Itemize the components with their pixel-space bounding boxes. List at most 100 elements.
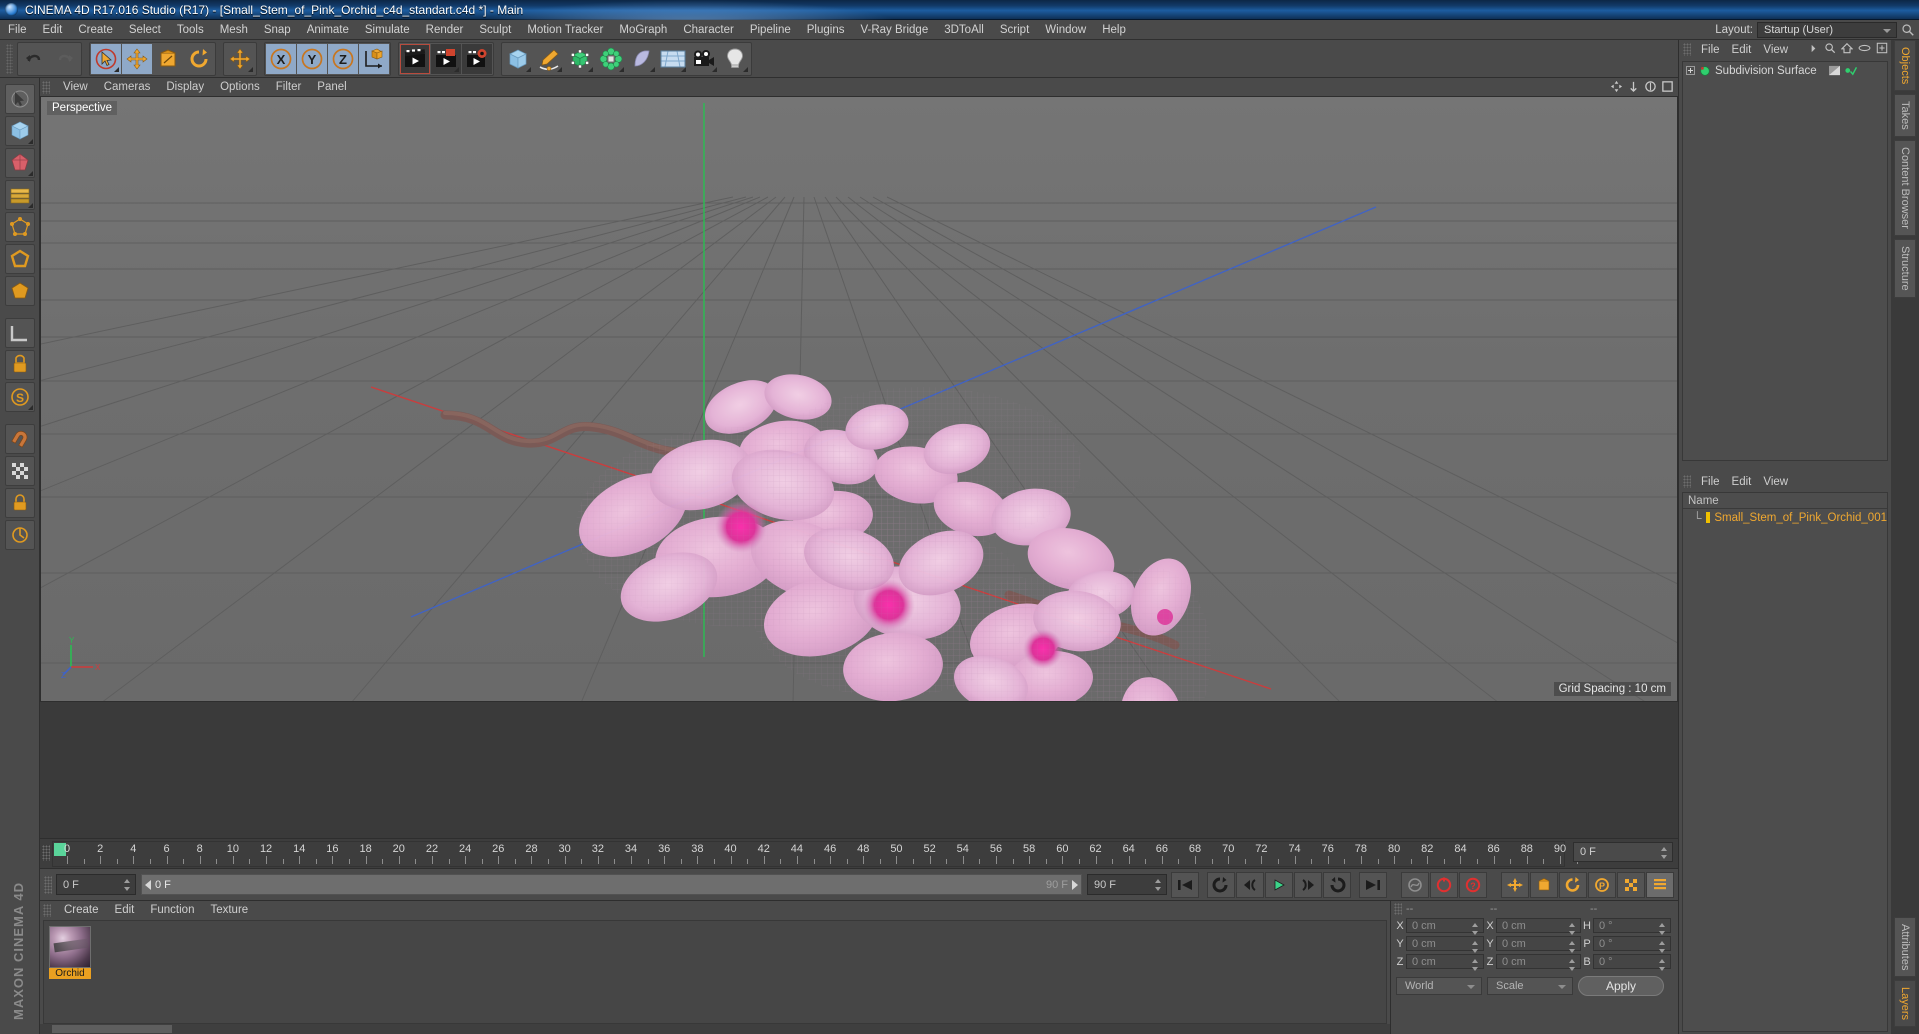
polygon-pen-icon[interactable] bbox=[4, 148, 35, 178]
lock-closed-icon[interactable] bbox=[4, 520, 35, 550]
side-tab-structure[interactable]: Structure bbox=[1894, 238, 1916, 298]
lock-axis-icon[interactable] bbox=[4, 488, 35, 518]
expander-icon[interactable] bbox=[1686, 66, 1695, 75]
scale-key-button[interactable] bbox=[1530, 871, 1558, 898]
spinner-icon[interactable] bbox=[1569, 941, 1576, 953]
step-forward-button[interactable] bbox=[1294, 871, 1322, 898]
checkerboard-icon[interactable] bbox=[4, 456, 35, 486]
move-axis-button[interactable] bbox=[225, 43, 255, 74]
play-forward-button[interactable] bbox=[1265, 871, 1293, 898]
zoom-icon[interactable] bbox=[1644, 80, 1657, 93]
coordinate-system-select[interactable]: World bbox=[1396, 977, 1482, 995]
rotation-field-b[interactable]: 0 ° bbox=[1593, 954, 1671, 971]
enable-axis-icon[interactable] bbox=[4, 350, 35, 380]
spinner-icon[interactable] bbox=[1659, 959, 1666, 971]
position-field-y[interactable]: 0 cm bbox=[1406, 936, 1484, 953]
cube-primitive-button[interactable] bbox=[503, 43, 533, 74]
attributes-grip[interactable] bbox=[1683, 475, 1691, 488]
preview-range-bar[interactable]: 0 F 90 F bbox=[141, 874, 1082, 895]
pla-key-button[interactable] bbox=[1617, 871, 1645, 898]
scale-tool-button[interactable] bbox=[153, 43, 183, 74]
play-loop-button[interactable] bbox=[1323, 871, 1351, 898]
z-axis-lock-button[interactable]: Z bbox=[328, 43, 358, 74]
undo-button[interactable] bbox=[19, 43, 49, 74]
object-manager-list[interactable]: Subdivision Surface bbox=[1682, 61, 1888, 461]
object-manager-menu-edit[interactable]: Edit bbox=[1726, 44, 1758, 56]
rotate-tool-button[interactable] bbox=[184, 43, 214, 74]
timeline-track[interactable]: 0 2 4 6 8 10 12 14 16 18 20 22 24 26 28 30 32 34 36 38 40 42 4… bbox=[52, 841, 1578, 867]
size-field-y[interactable]: 0 cm bbox=[1496, 936, 1581, 953]
eye-icon[interactable] bbox=[1858, 42, 1871, 54]
live-selection-icon[interactable] bbox=[4, 84, 35, 114]
menu-item-character[interactable]: Character bbox=[675, 20, 742, 40]
menu-item-mograph[interactable]: MoGraph bbox=[611, 20, 675, 40]
autokey-button[interactable] bbox=[1401, 871, 1429, 898]
viewport-menu-cameras[interactable]: Cameras bbox=[96, 78, 159, 96]
menu-item-create[interactable]: Create bbox=[70, 20, 121, 40]
object-manager-menu-file[interactable]: File bbox=[1695, 44, 1726, 56]
material-menu-function[interactable]: Function bbox=[142, 904, 202, 916]
size-field-x[interactable]: 0 cm bbox=[1496, 918, 1581, 935]
range-left-handle[interactable]: 0 F bbox=[145, 879, 171, 891]
menu-item-3dtoall[interactable]: 3DToAll bbox=[936, 20, 992, 40]
spinner-icon[interactable] bbox=[1569, 959, 1576, 971]
viewport-menu-display[interactable]: Display bbox=[158, 78, 212, 96]
timeline-grip[interactable] bbox=[42, 845, 50, 861]
enable-check-icon[interactable] bbox=[1844, 65, 1857, 76]
rotation-key-button[interactable] bbox=[1559, 871, 1587, 898]
material-menu-grip[interactable] bbox=[43, 903, 51, 917]
side-tab-objects[interactable]: Objects bbox=[1894, 40, 1916, 92]
scrollbar-thumb[interactable] bbox=[52, 1025, 172, 1033]
spinner-icon[interactable] bbox=[1472, 959, 1479, 971]
deformer-button[interactable] bbox=[627, 43, 657, 74]
dolly-icon[interactable] bbox=[1627, 80, 1640, 93]
side-tab-content-browser[interactable]: Content Browser bbox=[1894, 140, 1916, 236]
material-horizontal-scrollbar[interactable] bbox=[40, 1024, 1390, 1034]
size-field-z[interactable]: 0 cm bbox=[1496, 954, 1581, 971]
attributes-row-orchid[interactable]: └ Small_Stem_of_Pink_Orchid_001 bbox=[1683, 509, 1887, 526]
side-tab-layers[interactable]: Layers bbox=[1894, 979, 1916, 1027]
start-frame-field[interactable]: 0 F bbox=[56, 874, 136, 895]
spinner-icon[interactable] bbox=[1155, 879, 1162, 891]
attributes-menu-edit[interactable]: Edit bbox=[1726, 476, 1758, 488]
go-to-end-button[interactable] bbox=[1359, 871, 1387, 898]
render-view-button[interactable] bbox=[400, 43, 430, 74]
menu-item-window[interactable]: Window bbox=[1037, 20, 1094, 40]
chevron-right-icon[interactable] bbox=[1808, 43, 1819, 54]
menu-item-script[interactable]: Script bbox=[992, 20, 1037, 40]
layer-swatch-icon[interactable] bbox=[1828, 65, 1841, 76]
timeline-current-frame-field[interactable]: 0 F bbox=[1573, 842, 1673, 862]
spline-pen-button[interactable] bbox=[534, 43, 564, 74]
cube-tool-icon[interactable] bbox=[4, 116, 35, 146]
edge-mode-icon[interactable] bbox=[4, 244, 35, 274]
light-button[interactable] bbox=[720, 43, 750, 74]
menu-item-select[interactable]: Select bbox=[121, 20, 169, 40]
knife-icon[interactable] bbox=[4, 180, 35, 210]
position-field-x[interactable]: 0 cm bbox=[1406, 918, 1484, 935]
rotation-field-p[interactable]: 0 ° bbox=[1593, 936, 1671, 953]
world-axis-button[interactable] bbox=[359, 43, 389, 74]
viewport-menu-grip[interactable] bbox=[42, 80, 50, 94]
apply-button[interactable]: Apply bbox=[1578, 976, 1664, 996]
menu-item-animate[interactable]: Animate bbox=[299, 20, 357, 40]
end-frame-field[interactable]: 90 F bbox=[1087, 874, 1167, 895]
material-menu-edit[interactable]: Edit bbox=[107, 904, 143, 916]
pan-icon[interactable] bbox=[1610, 80, 1623, 93]
spinner-icon[interactable] bbox=[1472, 941, 1479, 953]
coordinate-mode-select[interactable]: Scale bbox=[1487, 977, 1573, 995]
menu-item-plugins[interactable]: Plugins bbox=[799, 20, 853, 40]
attributes-list[interactable]: Name └ Small_Stem_of_Pink_Orchid_001 bbox=[1682, 492, 1888, 1032]
menu-item-file[interactable]: File bbox=[0, 20, 35, 40]
menu-item-render[interactable]: Render bbox=[418, 20, 472, 40]
menu-item-pipeline[interactable]: Pipeline bbox=[742, 20, 799, 40]
spinner-icon[interactable] bbox=[1659, 923, 1666, 935]
rotation-field-h[interactable]: 0 ° bbox=[1593, 918, 1671, 935]
viewport-menu-filter[interactable]: Filter bbox=[268, 78, 310, 96]
spinner-icon[interactable] bbox=[1472, 923, 1479, 935]
material-list[interactable]: Orchid bbox=[43, 920, 1387, 1024]
viewport-3d[interactable]: Perspective Grid Spacing : 10 cm Y X Z bbox=[40, 96, 1678, 702]
camera-button[interactable] bbox=[689, 43, 719, 74]
param-key-button[interactable]: P bbox=[1588, 871, 1616, 898]
object-row-subdivision-surface[interactable]: Subdivision Surface bbox=[1683, 62, 1887, 79]
spinner-icon[interactable] bbox=[124, 879, 131, 891]
